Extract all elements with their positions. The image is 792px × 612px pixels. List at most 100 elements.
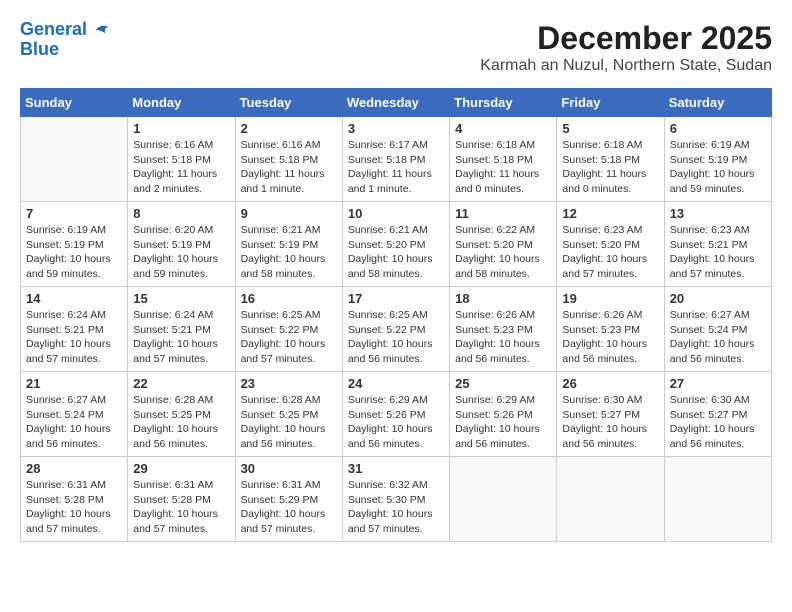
calendar-cell-w2-d1: 7Sunrise: 6:19 AM Sunset: 5:19 PM Daylig… xyxy=(21,202,128,287)
calendar-cell-w5-d6 xyxy=(557,457,664,542)
day-number: 17 xyxy=(348,291,444,306)
day-number: 29 xyxy=(133,461,229,476)
day-info: Sunrise: 6:16 AM Sunset: 5:18 PM Dayligh… xyxy=(133,138,229,197)
day-number: 16 xyxy=(241,291,337,306)
header-monday: Monday xyxy=(128,89,235,117)
calendar-cell-w5-d5 xyxy=(450,457,557,542)
logo-general: General xyxy=(20,19,87,39)
day-number: 1 xyxy=(133,121,229,136)
header-friday: Friday xyxy=(557,89,664,117)
day-info: Sunrise: 6:28 AM Sunset: 5:25 PM Dayligh… xyxy=(241,393,337,452)
calendar-cell-w4-d1: 21Sunrise: 6:27 AM Sunset: 5:24 PM Dayli… xyxy=(21,372,128,457)
calendar-cell-w4-d3: 23 Sunrise: 6:28 AM Sunset: 5:25 PM Dayli… xyxy=(235,372,342,457)
day-info: Sunrise: 6:24 AM Sunset: 5:21 PM Dayligh… xyxy=(26,308,122,367)
calendar-cell-w3-d2: 15 Sunrise: 6:24 AM Sunset: 5:21 PM Dayli… xyxy=(128,287,235,372)
day-info: Sunrise: 6:16 AM Sunset: 5:18 PM Dayligh… xyxy=(241,138,337,197)
title-section: December 2025 Karmah an Nuzul, Northern … xyxy=(480,20,772,75)
day-number: 27 xyxy=(670,376,766,391)
day-number: 31 xyxy=(348,461,444,476)
day-info: Sunrise: 6:24 AM Sunset: 5:21 PM Dayligh… xyxy=(133,308,229,367)
day-info: Sunrise: 6:18 AM Sunset: 5:18 PM Dayligh… xyxy=(455,138,551,197)
month-title: December 2025 xyxy=(480,20,772,57)
day-number: 25 xyxy=(455,376,551,391)
calendar-table: Sunday Monday Tuesday Wednesday Thursday… xyxy=(20,88,772,542)
day-info: Sunrise: 6:31 AM Sunset: 5:28 PM Dayligh… xyxy=(133,478,229,537)
day-info: Sunrise: 6:19 AM Sunset: 5:19 PM Dayligh… xyxy=(670,138,766,197)
day-info: Sunrise: 6:26 AM Sunset: 5:23 PM Dayligh… xyxy=(455,308,551,367)
calendar-cell-w1-d3: 2 Sunrise: 6:16 AM Sunset: 5:18 PM Daylig… xyxy=(235,117,342,202)
header-tuesday: Tuesday xyxy=(235,89,342,117)
calendar-cell-w2-d3: 9 Sunrise: 6:21 AM Sunset: 5:19 PM Daylig… xyxy=(235,202,342,287)
calendar-cell-w5-d7 xyxy=(664,457,771,542)
calendar-cell-w4-d7: 27Sunrise: 6:30 AM Sunset: 5:27 PM Dayli… xyxy=(664,372,771,457)
calendar-cell-w5-d2: 29 Sunrise: 6:31 AM Sunset: 5:28 PM Dayli… xyxy=(128,457,235,542)
calendar-cell-w4-d5: 25 Sunrise: 6:29 AM Sunset: 5:26 PM Dayli… xyxy=(450,372,557,457)
day-info: Sunrise: 6:21 AM Sunset: 5:20 PM Dayligh… xyxy=(348,223,444,282)
location-title: Karmah an Nuzul, Northern State, Sudan xyxy=(480,57,772,75)
calendar-cell-w1-d4: 3 Sunrise: 6:17 AM Sunset: 5:18 PM Daylig… xyxy=(342,117,449,202)
calendar-week-5: 28 Sunrise: 6:31 AM Sunset: 5:28 PM Dayli… xyxy=(21,457,772,542)
day-number: 23 xyxy=(241,376,337,391)
calendar-cell-w3-d6: 19 Sunrise: 6:26 AM Sunset: 5:23 PM Dayli… xyxy=(557,287,664,372)
day-info: Sunrise: 6:28 AM Sunset: 5:25 PM Dayligh… xyxy=(133,393,229,452)
calendar-week-2: 7Sunrise: 6:19 AM Sunset: 5:19 PM Daylig… xyxy=(21,202,772,287)
calendar-cell-w5-d3: 30Sunrise: 6:31 AM Sunset: 5:29 PM Dayli… xyxy=(235,457,342,542)
day-info: Sunrise: 6:31 AM Sunset: 5:28 PM Dayligh… xyxy=(26,478,122,537)
calendar-cell-w5-d4: 31 Sunrise: 6:32 AM Sunset: 5:30 PM Dayli… xyxy=(342,457,449,542)
logo: General Blue xyxy=(20,20,110,60)
day-info: Sunrise: 6:25 AM Sunset: 5:22 PM Dayligh… xyxy=(348,308,444,367)
calendar-cell-w1-d7: 6 Sunrise: 6:19 AM Sunset: 5:19 PM Daylig… xyxy=(664,117,771,202)
calendar-cell-w2-d2: 8Sunrise: 6:20 AM Sunset: 5:19 PM Daylig… xyxy=(128,202,235,287)
calendar-cell-w5-d1: 28 Sunrise: 6:31 AM Sunset: 5:28 PM Dayli… xyxy=(21,457,128,542)
calendar-cell-w3-d1: 14 Sunrise: 6:24 AM Sunset: 5:21 PM Dayli… xyxy=(21,287,128,372)
day-number: 24 xyxy=(348,376,444,391)
calendar-cell-w4-d6: 26 Sunrise: 6:30 AM Sunset: 5:27 PM Dayli… xyxy=(557,372,664,457)
calendar-cell-w3-d5: 18 Sunrise: 6:26 AM Sunset: 5:23 PM Dayli… xyxy=(450,287,557,372)
day-info: Sunrise: 6:31 AM Sunset: 5:29 PM Dayligh… xyxy=(241,478,337,537)
calendar-cell-w3-d4: 17 Sunrise: 6:25 AM Sunset: 5:22 PM Dayli… xyxy=(342,287,449,372)
calendar-cell-w2-d7: 13 Sunrise: 6:23 AM Sunset: 5:21 PM Dayli… xyxy=(664,202,771,287)
calendar-week-3: 14 Sunrise: 6:24 AM Sunset: 5:21 PM Dayli… xyxy=(21,287,772,372)
calendar-cell-w1-d1 xyxy=(21,117,128,202)
day-info: Sunrise: 6:23 AM Sunset: 5:21 PM Dayligh… xyxy=(670,223,766,282)
calendar-cell-w1-d2: 1 Sunrise: 6:16 AM Sunset: 5:18 PM Daylig… xyxy=(128,117,235,202)
day-number: 22 xyxy=(133,376,229,391)
day-number: 9 xyxy=(241,206,337,221)
day-info: Sunrise: 6:32 AM Sunset: 5:30 PM Dayligh… xyxy=(348,478,444,537)
day-number: 10 xyxy=(348,206,444,221)
day-number: 2 xyxy=(241,121,337,136)
day-info: Sunrise: 6:29 AM Sunset: 5:26 PM Dayligh… xyxy=(348,393,444,452)
header-saturday: Saturday xyxy=(664,89,771,117)
day-number: 13 xyxy=(670,206,766,221)
day-number: 28 xyxy=(26,461,122,476)
calendar-header-row: Sunday Monday Tuesday Wednesday Thursday… xyxy=(21,89,772,117)
day-number: 20 xyxy=(670,291,766,306)
day-info: Sunrise: 6:19 AM Sunset: 5:19 PM Dayligh… xyxy=(26,223,122,282)
day-number: 5 xyxy=(562,121,658,136)
day-number: 14 xyxy=(26,291,122,306)
calendar-week-4: 21Sunrise: 6:27 AM Sunset: 5:24 PM Dayli… xyxy=(21,372,772,457)
day-info: Sunrise: 6:18 AM Sunset: 5:18 PM Dayligh… xyxy=(562,138,658,197)
day-number: 15 xyxy=(133,291,229,306)
day-info: Sunrise: 6:26 AM Sunset: 5:23 PM Dayligh… xyxy=(562,308,658,367)
day-number: 3 xyxy=(348,121,444,136)
calendar-cell-w2-d4: 10 Sunrise: 6:21 AM Sunset: 5:20 PM Dayli… xyxy=(342,202,449,287)
day-number: 26 xyxy=(562,376,658,391)
day-info: Sunrise: 6:29 AM Sunset: 5:26 PM Dayligh… xyxy=(455,393,551,452)
day-info: Sunrise: 6:17 AM Sunset: 5:18 PM Dayligh… xyxy=(348,138,444,197)
calendar-cell-w3-d3: 16Sunrise: 6:25 AM Sunset: 5:22 PM Dayli… xyxy=(235,287,342,372)
day-number: 18 xyxy=(455,291,551,306)
header-wednesday: Wednesday xyxy=(342,89,449,117)
day-info: Sunrise: 6:22 AM Sunset: 5:20 PM Dayligh… xyxy=(455,223,551,282)
day-number: 6 xyxy=(670,121,766,136)
page-container: General Blue December 2025 Karmah an Nuz… xyxy=(20,20,772,542)
day-info: Sunrise: 6:30 AM Sunset: 5:27 PM Dayligh… xyxy=(562,393,658,452)
day-info: Sunrise: 6:21 AM Sunset: 5:19 PM Dayligh… xyxy=(241,223,337,282)
calendar-cell-w3-d7: 20 Sunrise: 6:27 AM Sunset: 5:24 PM Dayli… xyxy=(664,287,771,372)
calendar-cell-w1-d6: 5 Sunrise: 6:18 AM Sunset: 5:18 PM Daylig… xyxy=(557,117,664,202)
day-number: 4 xyxy=(455,121,551,136)
day-number: 8 xyxy=(133,206,229,221)
day-number: 19 xyxy=(562,291,658,306)
day-info: Sunrise: 6:27 AM Sunset: 5:24 PM Dayligh… xyxy=(670,308,766,367)
day-info: Sunrise: 6:27 AM Sunset: 5:24 PM Dayligh… xyxy=(26,393,122,452)
